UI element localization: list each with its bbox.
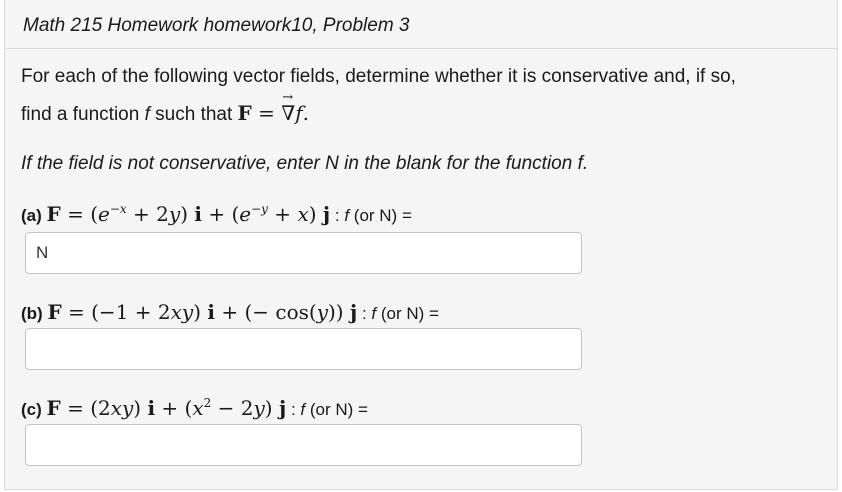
part-b-label: (b) (21, 304, 43, 323)
intro-line-2: find a function f such that F = → ∇f. (21, 90, 309, 126)
answer-input-a[interactable] (25, 232, 582, 274)
part-b-field: F = (−1 + 2xy) i + (− cos(y)) j (47, 300, 358, 324)
part-a-label: (a) (21, 206, 42, 225)
problem-title: Math 215 Homework homework10, Problem 3 (23, 15, 410, 36)
gradient-equation: F = → ∇f. (237, 90, 309, 125)
part-c-prompt: (c) F = (2xy) i + (x2 − 2y) j : f (or N)… (21, 396, 368, 420)
hint-text: If the field is not conservative, enter … (21, 153, 589, 174)
intro-line-1: For each of the following vector fields,… (21, 66, 736, 87)
title-divider (5, 48, 837, 49)
intro-prefix: find a function (21, 104, 140, 125)
part-a-prompt: (a) F = (e−x + 2y) i + (e−y + x) j : f (… (21, 202, 412, 226)
part-c-field: F = (2xy) i + (x2 − 2y) j (46, 396, 287, 420)
answer-input-c[interactable] (25, 424, 582, 466)
nabla-vector: → ∇ (281, 90, 296, 125)
problem-panel: Math 215 Homework homework10, Problem 3 … (4, 0, 838, 490)
part-b-prompt: (b) F = (−1 + 2xy) i + (− cos(y)) j : f … (21, 300, 439, 324)
part-a-field: F = (e−x + 2y) i + (e−y + x) j (46, 202, 331, 226)
intro-mid: such that (155, 104, 233, 125)
intro-f: f (144, 104, 150, 125)
part-c-label: (c) (21, 400, 42, 419)
answer-input-b[interactable] (25, 328, 582, 370)
